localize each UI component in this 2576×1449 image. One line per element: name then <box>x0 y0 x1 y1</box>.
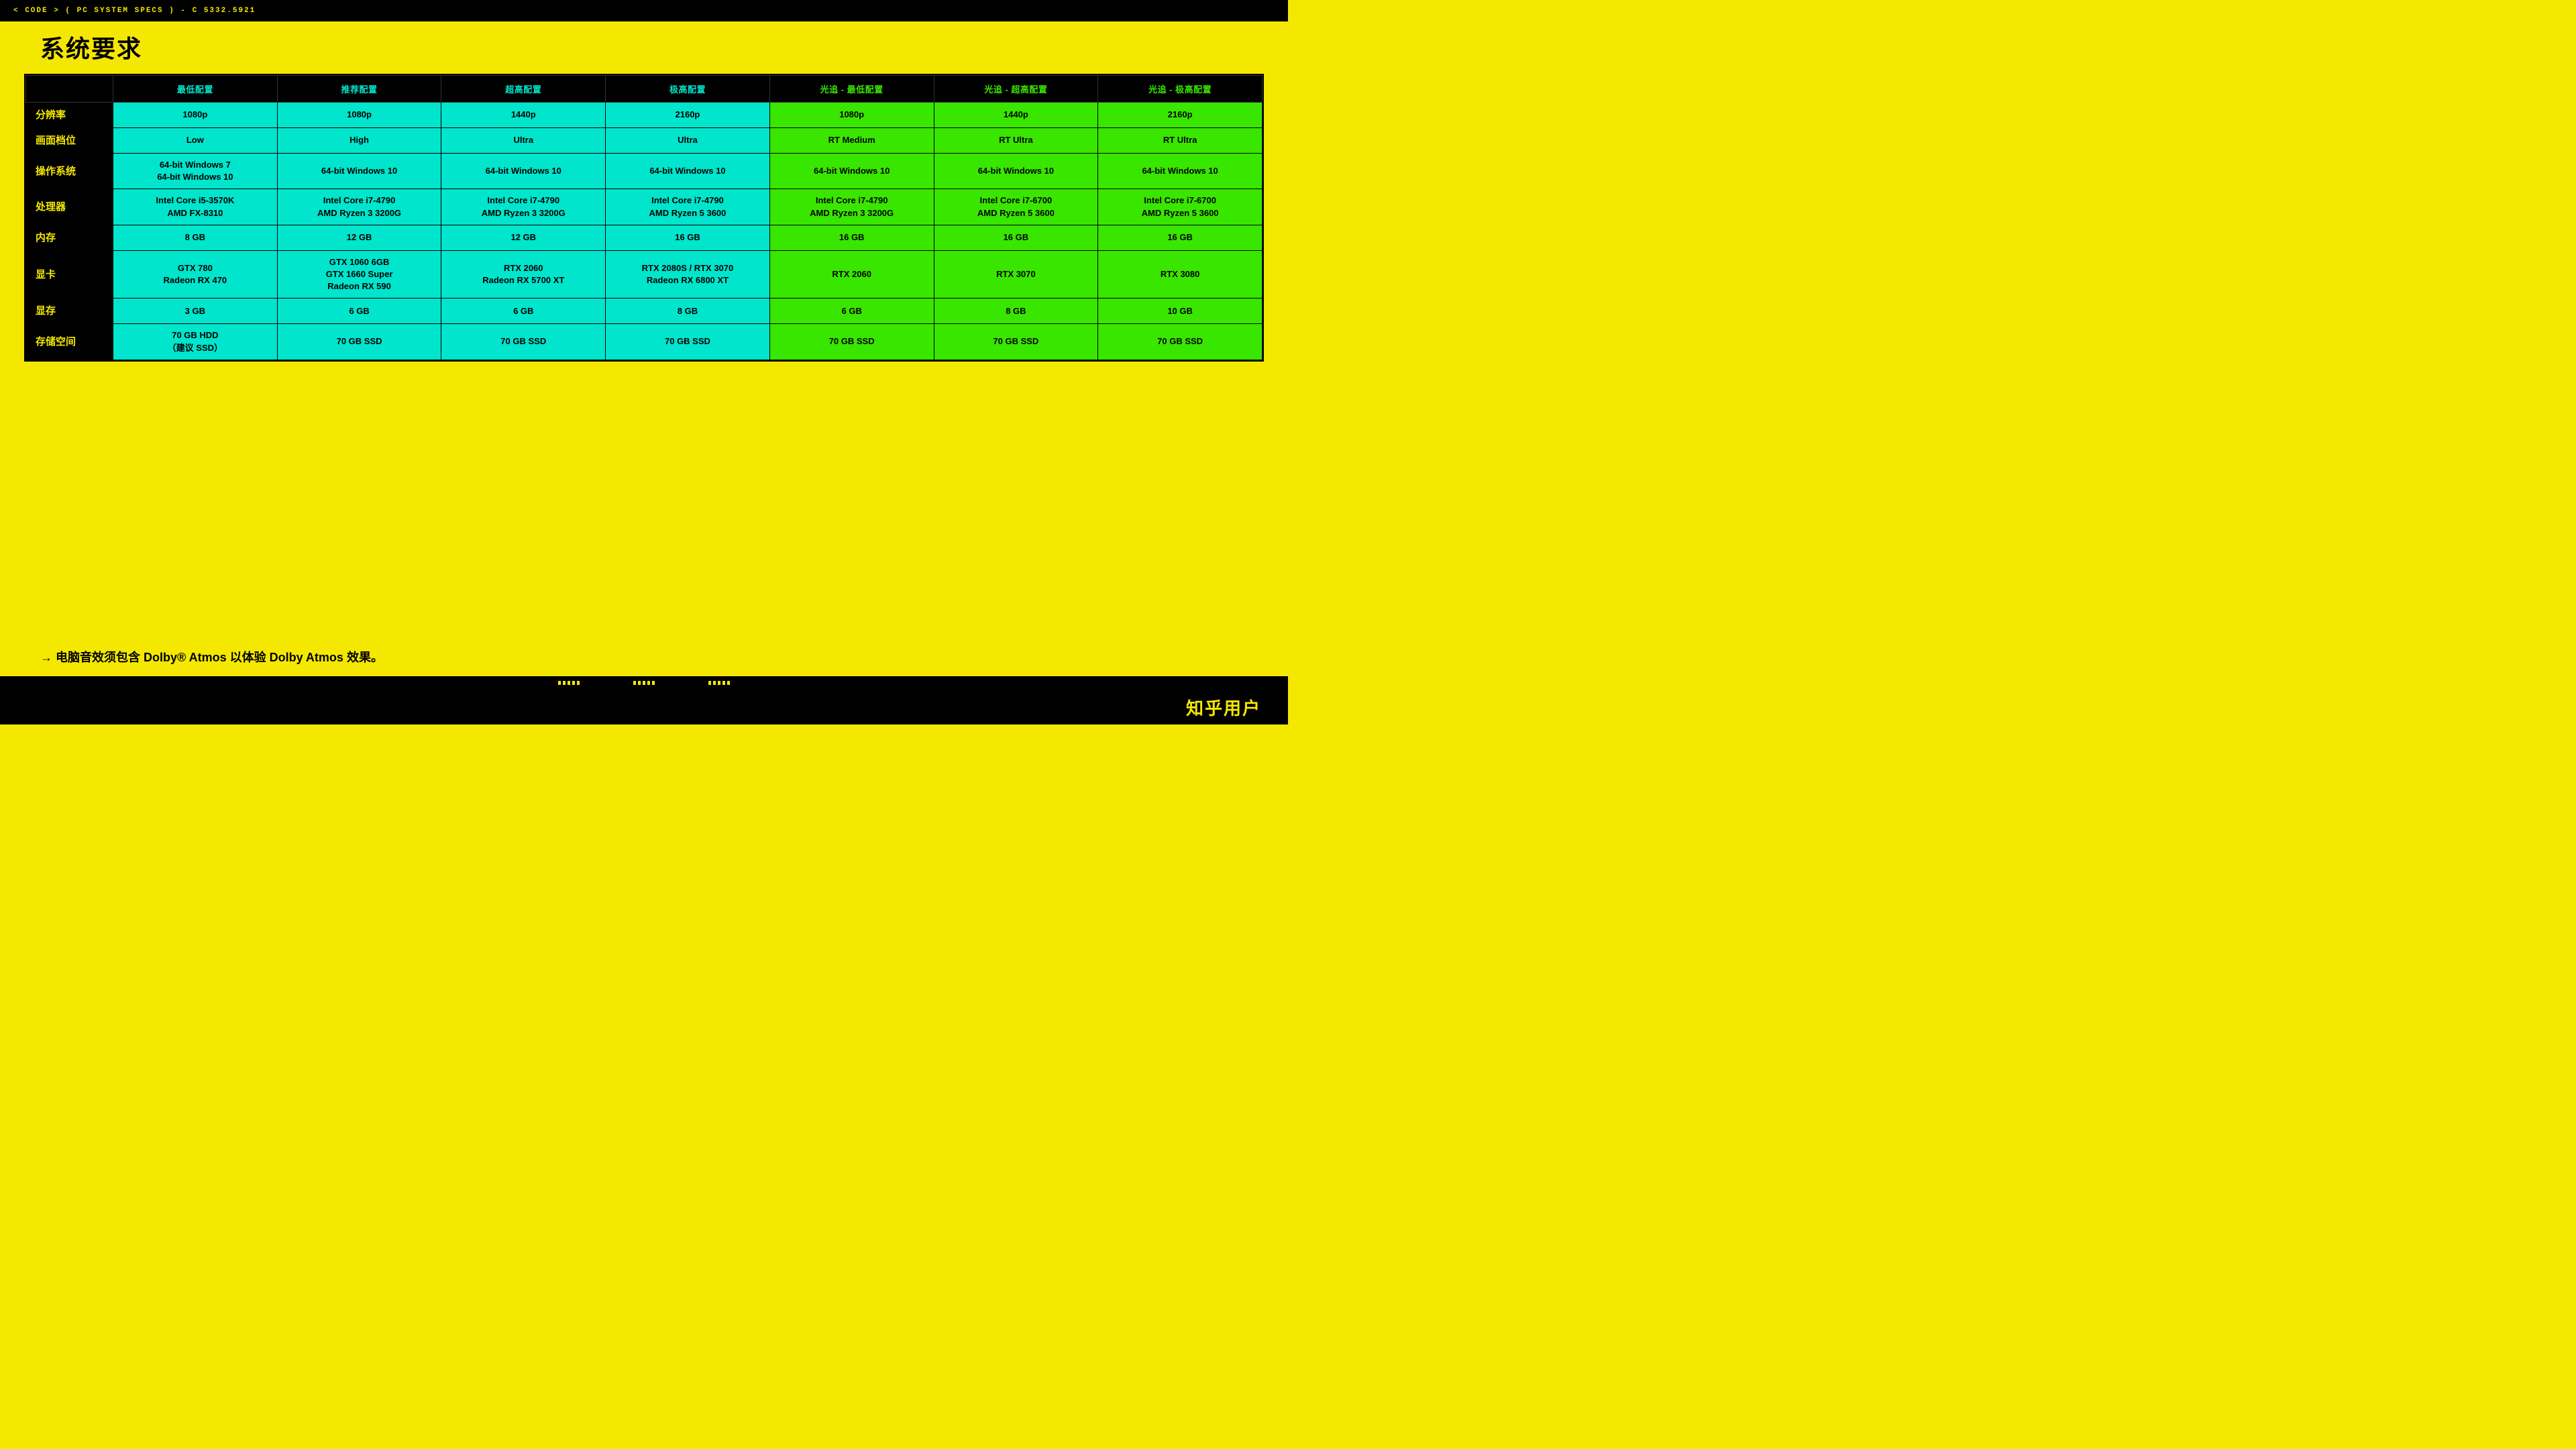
col-header-5: 光追 - 最低配置 <box>769 76 934 103</box>
cell-7-5: 70 GB SSD <box>934 324 1098 360</box>
cell-6-1: 6 GB <box>277 299 441 324</box>
cell-1-1: High <box>277 128 441 154</box>
specs-table: 最低配置推荐配置超高配置极高配置光追 - 最低配置光追 - 超高配置光追 - 极… <box>25 75 1263 360</box>
row-label-4: 内存 <box>26 225 113 250</box>
cell-2-5: 64-bit Windows 10 <box>934 154 1098 189</box>
row-label-7: 存储空间 <box>26 324 113 360</box>
table-row: 分辨率1080p1080p1440p2160p1080p1440p2160p <box>26 103 1263 128</box>
row-label-1: 画面档位 <box>26 128 113 154</box>
cell-0-3: 2160p <box>606 103 770 128</box>
page-title: 系统要求 <box>40 30 142 64</box>
row-label-3: 处理器 <box>26 189 113 225</box>
cell-1-5: RT Ultra <box>934 128 1098 154</box>
table-row: 内存8 GB12 GB12 GB16 GB16 GB16 GB16 GB <box>26 225 1263 250</box>
col-header-2: 推荐配置 <box>277 76 441 103</box>
table-row: 画面档位LowHighUltraUltraRT MediumRT UltraRT… <box>26 128 1263 154</box>
cell-6-3: 8 GB <box>606 299 770 324</box>
row-label-5: 显卡 <box>26 250 113 299</box>
footnote-text: → 电脑音效须包含 Dolby® Atmos 以体验 Dolby Atmos 效… <box>40 651 383 664</box>
col-header-0 <box>26 76 113 103</box>
cell-1-0: Low <box>113 128 278 154</box>
table-row: 操作系统64-bit Windows 7 64-bit Windows 1064… <box>26 154 1263 189</box>
top-bar: < CODE > ( PC SYSTEM SPECS ) - C 5332.59… <box>0 0 1288 21</box>
cell-4-3: 16 GB <box>606 225 770 250</box>
cell-5-2: RTX 2060 Radeon RX 5700 XT <box>441 250 606 299</box>
cell-1-4: RT Medium <box>769 128 934 154</box>
table-row: 显存3 GB6 GB6 GB8 GB6 GB8 GB10 GB <box>26 299 1263 324</box>
cell-2-6: 64-bit Windows 10 <box>1098 154 1263 189</box>
cell-6-5: 8 GB <box>934 299 1098 324</box>
cell-3-6: Intel Core i7-6700 AMD Ryzen 5 3600 <box>1098 189 1263 225</box>
cell-3-5: Intel Core i7-6700 AMD Ryzen 5 3600 <box>934 189 1098 225</box>
cell-0-4: 1080p <box>769 103 934 128</box>
cell-4-6: 16 GB <box>1098 225 1263 250</box>
cell-0-6: 2160p <box>1098 103 1263 128</box>
cell-5-0: GTX 780 Radeon RX 470 <box>113 250 278 299</box>
cell-0-1: 1080p <box>277 103 441 128</box>
cell-4-0: 8 GB <box>113 225 278 250</box>
cell-2-0: 64-bit Windows 7 64-bit Windows 10 <box>113 154 278 189</box>
cell-1-3: Ultra <box>606 128 770 154</box>
row-label-0: 分辨率 <box>26 103 113 128</box>
corner-bracket-tr <box>1275 0 1288 13</box>
cell-5-1: GTX 1060 6GB GTX 1660 Super Radeon RX 59… <box>277 250 441 299</box>
cell-3-0: Intel Core i5-3570K AMD FX-8310 <box>113 189 278 225</box>
cell-7-0: 70 GB HDD （建议 SSD） <box>113 324 278 360</box>
cell-5-6: RTX 3080 <box>1098 250 1263 299</box>
cell-7-6: 70 GB SSD <box>1098 324 1263 360</box>
col-header-3: 超高配置 <box>441 76 606 103</box>
cell-4-4: 16 GB <box>769 225 934 250</box>
cell-2-3: 64-bit Windows 10 <box>606 154 770 189</box>
cell-1-2: Ultra <box>441 128 606 154</box>
cell-4-1: 12 GB <box>277 225 441 250</box>
cell-7-3: 70 GB SSD <box>606 324 770 360</box>
col-header-7: 光追 - 极高配置 <box>1098 76 1263 103</box>
cell-3-2: Intel Core i7-4790 AMD Ryzen 3 3200G <box>441 189 606 225</box>
cell-2-2: 64-bit Windows 10 <box>441 154 606 189</box>
cell-7-1: 70 GB SSD <box>277 324 441 360</box>
cell-3-4: Intel Core i7-4790 AMD Ryzen 3 3200G <box>769 189 934 225</box>
cell-2-4: 64-bit Windows 10 <box>769 154 934 189</box>
top-bar-text: < CODE > ( PC SYSTEM SPECS ) - C 5332.59… <box>13 7 256 15</box>
cell-7-2: 70 GB SSD <box>441 324 606 360</box>
cell-0-0: 1080p <box>113 103 278 128</box>
cell-2-1: 64-bit Windows 10 <box>277 154 441 189</box>
cell-0-5: 1440p <box>934 103 1098 128</box>
col-header-1: 最低配置 <box>113 76 278 103</box>
footnote: → 电脑音效须包含 Dolby® Atmos 以体验 Dolby Atmos 效… <box>40 648 383 665</box>
cell-6-6: 10 GB <box>1098 299 1263 324</box>
cell-4-2: 12 GB <box>441 225 606 250</box>
cell-3-1: Intel Core i7-4790 AMD Ryzen 3 3200G <box>277 189 441 225</box>
table-row: 处理器Intel Core i5-3570K AMD FX-8310Intel … <box>26 189 1263 225</box>
cell-5-4: RTX 2060 <box>769 250 934 299</box>
table-row: 显卡GTX 780 Radeon RX 470GTX 1060 6GB GTX … <box>26 250 1263 299</box>
col-header-4: 极高配置 <box>606 76 770 103</box>
table-row: 存储空间70 GB HDD （建议 SSD）70 GB SSD70 GB SSD… <box>26 324 1263 360</box>
bottom-dashes <box>0 676 1288 690</box>
cell-4-5: 16 GB <box>934 225 1098 250</box>
row-label-2: 操作系统 <box>26 154 113 189</box>
cell-1-6: RT Ultra <box>1098 128 1263 154</box>
col-header-6: 光追 - 超高配置 <box>934 76 1098 103</box>
cell-7-4: 70 GB SSD <box>769 324 934 360</box>
row-label-6: 显存 <box>26 299 113 324</box>
cell-5-3: RTX 2080S / RTX 3070 Radeon RX 6800 XT <box>606 250 770 299</box>
cell-3-3: Intel Core i7-4790 AMD Ryzen 5 3600 <box>606 189 770 225</box>
cell-6-4: 6 GB <box>769 299 934 324</box>
cell-6-2: 6 GB <box>441 299 606 324</box>
cell-6-0: 3 GB <box>113 299 278 324</box>
cell-5-5: RTX 3070 <box>934 250 1098 299</box>
watermark: 知乎用户 <box>1186 695 1261 720</box>
bottom-bar: 知乎用户 <box>0 690 1288 724</box>
cell-0-2: 1440p <box>441 103 606 128</box>
specs-table-container: 最低配置推荐配置超高配置极高配置光追 - 最低配置光追 - 超高配置光追 - 极… <box>24 74 1264 362</box>
corner-bracket-tl <box>0 0 13 13</box>
